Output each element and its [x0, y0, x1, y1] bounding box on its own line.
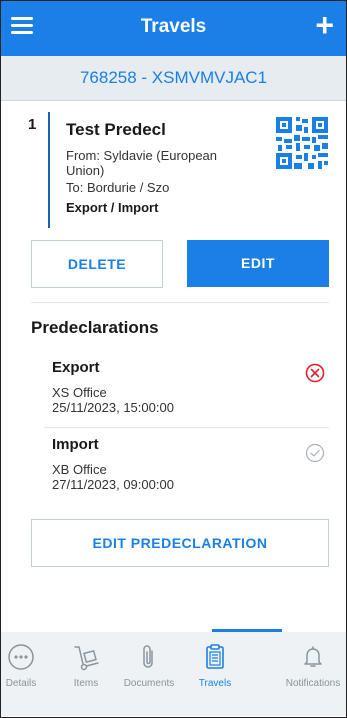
- tab-travels[interactable]: Travels: [181, 642, 249, 689]
- predeclaration-item[interactable]: Import XB Office 27/11/2023, 09:00:00: [52, 436, 332, 492]
- predeclarations-title: Predeclarations: [31, 318, 159, 337]
- hand-truck-icon: [74, 646, 99, 671]
- bell-icon: [304, 646, 322, 667]
- predeclaration-office: XB Office: [52, 462, 107, 477]
- paperclip-icon: [143, 645, 153, 668]
- travel-type: Export / Import: [66, 200, 159, 215]
- edit-predeclaration-button[interactable]: EDIT PREDECLARATION: [31, 519, 329, 567]
- tab-items[interactable]: Items: [52, 642, 120, 689]
- tab-label: Details: [5, 678, 37, 689]
- more-dots-icon: [8, 644, 34, 670]
- travel-name: Test Predecl: [66, 120, 166, 139]
- qr-code-icon[interactable]: [274, 115, 330, 171]
- travel-number: 1: [28, 116, 37, 133]
- divider: [44, 427, 329, 428]
- plus-icon: +: [315, 7, 334, 43]
- tab-notifications[interactable]: Notifications: [279, 642, 347, 689]
- tab-label: Documents: [123, 678, 175, 689]
- divider: [31, 302, 329, 303]
- travel-from: From: Syldavie (European Union): [66, 148, 218, 178]
- clipboard-icon: [206, 644, 224, 669]
- delete-button[interactable]: DELETE: [31, 240, 163, 288]
- predeclaration-name: Export: [52, 359, 100, 376]
- tab-details[interactable]: Details: [0, 642, 55, 689]
- predeclaration-datetime: 25/11/2023, 15:00:00: [52, 400, 174, 415]
- tab-label: Notifications: [285, 678, 341, 689]
- bottom-navigation: Details Items Documents Travels Notifica…: [1, 632, 346, 716]
- travel-accent-bar: [48, 112, 50, 228]
- tab-label: Travels: [198, 678, 232, 689]
- predeclaration-datetime: 27/11/2023, 09:00:00: [52, 477, 174, 492]
- predeclaration-office: XS Office: [52, 385, 107, 400]
- predeclaration-name: Import: [52, 436, 99, 453]
- add-travel-button[interactable]: +: [315, 9, 334, 41]
- travel-code: 768258 - XSMVMVJAC1: [79, 68, 268, 87]
- travel-to: To: Bordurie / Szo: [66, 180, 170, 195]
- edit-button[interactable]: EDIT: [187, 240, 329, 287]
- tab-documents[interactable]: Documents: [115, 642, 183, 689]
- predeclaration-item[interactable]: Export XS Office 25/11/2023, 15:00:00: [52, 359, 332, 415]
- tab-label: Items: [73, 678, 99, 689]
- error-circle-icon: [305, 363, 325, 383]
- page-title: Travels: [140, 16, 207, 37]
- travel-code-bar: 768258 - XSMVMVJAC1: [1, 56, 346, 101]
- check-circle-icon: [305, 443, 325, 463]
- app-bar: Travels +: [1, 1, 346, 56]
